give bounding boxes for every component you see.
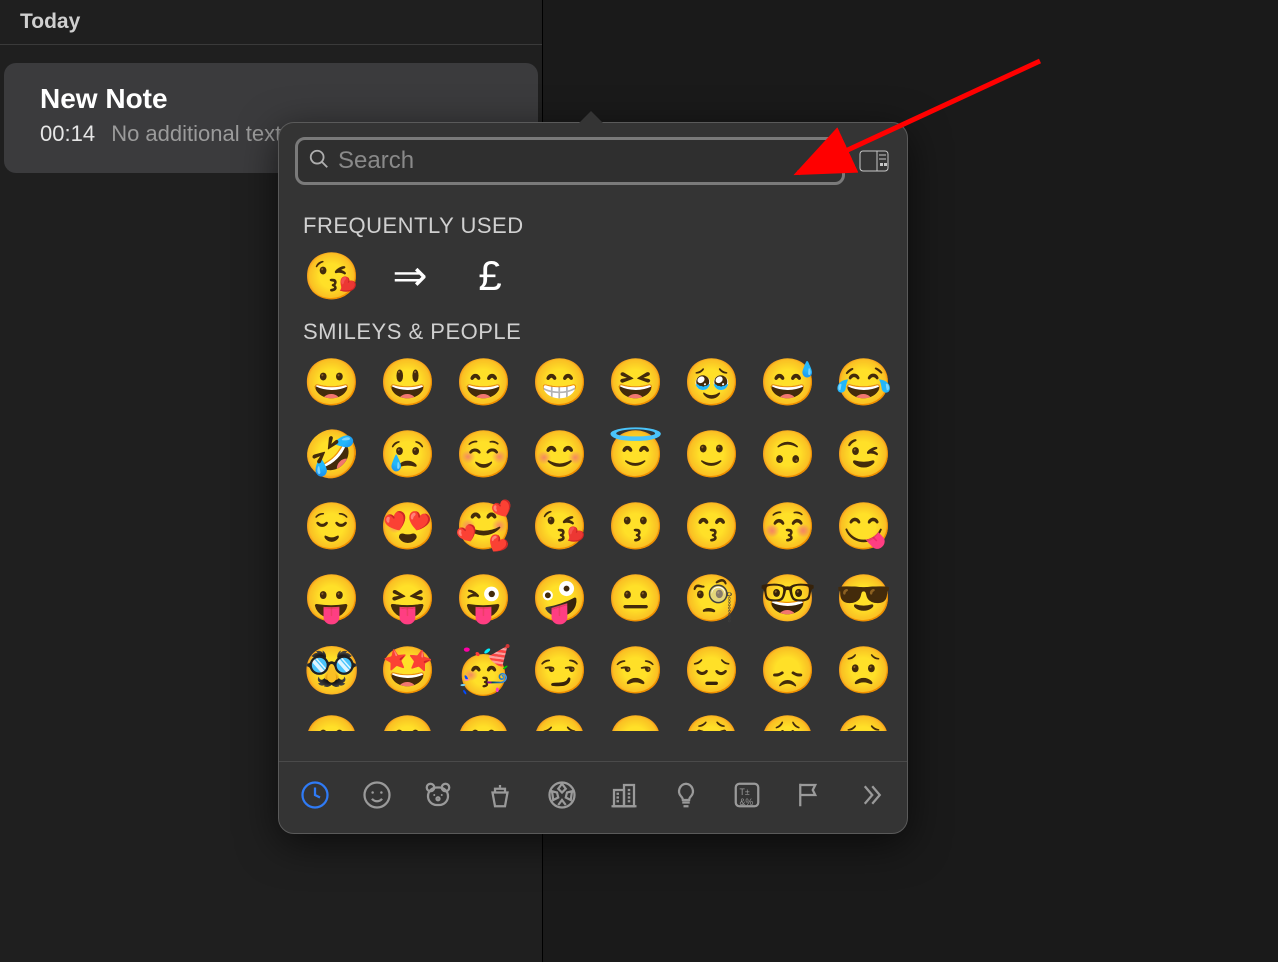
emoji-item[interactable]: 😕 (303, 715, 357, 731)
emoji-item[interactable]: 😜 (455, 571, 509, 625)
emoji-item[interactable]: 😀 (303, 355, 357, 409)
svg-text:T±: T± (740, 787, 750, 797)
emoji-item[interactable]: ☺️ (455, 427, 509, 481)
emoji-item[interactable]: 🤓 (759, 571, 813, 625)
emoji-item[interactable]: 🙃 (759, 427, 813, 481)
category-smileys-people[interactable] (361, 780, 393, 816)
category-more[interactable] (855, 780, 887, 816)
emoji-item[interactable]: 😚 (759, 499, 813, 553)
emoji-item[interactable]: 😋 (835, 499, 889, 553)
lightbulb-icon (671, 780, 701, 815)
flag-icon (794, 780, 824, 815)
smileys-grid: 😀😃😄😁😆🥹😅😂🤣😢☺️😊😇🙂🙃😉😌😍🥰😘😗😙😚😋😛😝😜🤪😐🧐🤓😎🥸🤩🥳😏😒😔😞… (303, 355, 883, 731)
emoji-item[interactable]: 🤪 (531, 571, 585, 625)
emoji-item[interactable]: 😏 (531, 643, 585, 697)
section-label-smileys: SMILEYS & PEOPLE (303, 319, 883, 345)
emoji-item[interactable]: 😐 (607, 571, 661, 625)
emoji-rightwards-double-arrow[interactable]: ⇒ (383, 249, 437, 303)
category-food-drink[interactable] (484, 780, 516, 816)
emoji-item[interactable]: 😌 (303, 499, 357, 553)
emoji-item[interactable]: 🤩 (379, 643, 433, 697)
category-frequently-used[interactable] (299, 780, 331, 816)
emoji-item[interactable]: 😊 (531, 427, 585, 481)
bear-icon (423, 780, 453, 815)
emoji-item[interactable]: 🥰 (455, 499, 509, 553)
emoji-item[interactable]: 😫 (683, 715, 737, 731)
soccer-icon (547, 780, 577, 815)
emoji-item[interactable]: 😢 (379, 427, 433, 481)
category-travel-places[interactable] (608, 780, 640, 816)
note-timestamp: 00:14 (40, 121, 95, 146)
category-activity[interactable] (546, 780, 578, 816)
emoji-item[interactable]: 🥳 (455, 643, 509, 697)
emoji-item[interactable]: 😣 (531, 715, 585, 731)
category-objects[interactable] (670, 780, 702, 816)
emoji-item[interactable]: 😃 (379, 355, 433, 409)
category-symbols[interactable]: T±&% (732, 780, 764, 816)
emoji-item[interactable]: 😍 (379, 499, 433, 553)
emoji-picker-popover: FREQUENTLY USED 😘 ⇒ £ SMILEYS & PEOPLE 😀 😃 😄… (278, 122, 908, 834)
emoji-item[interactable]: 🙁 (379, 715, 433, 731)
emoji-item[interactable]: 😆 (607, 355, 661, 409)
building-icon (609, 780, 639, 815)
smiley-icon (362, 780, 392, 815)
frequently-used-grid: 😘 ⇒ £ (303, 249, 883, 303)
emoji-item[interactable]: 😞 (759, 643, 813, 697)
search-icon (308, 148, 330, 175)
category-flags[interactable] (793, 780, 825, 816)
emoji-search-field[interactable] (295, 137, 845, 185)
emoji-item[interactable]: 🙂 (683, 427, 737, 481)
emoji-item[interactable]: 😗 (607, 499, 661, 553)
emoji-item[interactable]: 🧐 (683, 571, 737, 625)
chevron-right-icon (856, 780, 886, 815)
emoji-item[interactable]: 😝 (379, 571, 433, 625)
svg-text:&%: &% (740, 797, 754, 807)
emoji-item[interactable]: 😄 (455, 355, 509, 409)
clock-icon (300, 780, 330, 815)
emoji-item[interactable]: 🥹 (683, 355, 737, 409)
emoji-category-footer: T±&% (279, 761, 907, 833)
emoji-item[interactable]: 🤣 (303, 427, 357, 481)
emoji-item[interactable]: ☹️ (455, 715, 509, 731)
emoji-face-blowing-a-kiss[interactable]: 😘 (303, 249, 357, 303)
emoji-item[interactable]: 😉 (835, 427, 889, 481)
emoji-item[interactable]: 😩 (759, 715, 813, 731)
emoji-item[interactable]: 😔 (683, 643, 737, 697)
note-preview: No additional text (111, 121, 281, 146)
emoji-item[interactable]: 😇 (607, 427, 661, 481)
section-header-today: Today (0, 0, 542, 45)
section-label-frequent: FREQUENTLY USED (303, 213, 883, 239)
emoji-item[interactable]: 😂 (835, 355, 889, 409)
emoji-item[interactable]: 😟 (835, 643, 889, 697)
emoji-item[interactable]: 😛 (303, 571, 357, 625)
emoji-item[interactable]: 😙 (683, 499, 737, 553)
emoji-item[interactable]: 😒 (607, 643, 661, 697)
expand-viewer-button[interactable] (857, 148, 891, 174)
cup-icon (485, 780, 515, 815)
emoji-item[interactable]: 🥺 (835, 715, 889, 731)
emoji-item[interactable]: 😖 (607, 715, 661, 731)
emoji-search-row (279, 123, 907, 197)
note-title: New Note (40, 83, 502, 115)
emoji-item[interactable]: 🥸 (303, 643, 357, 697)
emoji-item[interactable]: 😅 (759, 355, 813, 409)
emoji-item[interactable]: 😘 (531, 499, 585, 553)
category-animals-nature[interactable] (423, 780, 455, 816)
emoji-item[interactable]: 😎 (835, 571, 889, 625)
search-input[interactable] (338, 140, 832, 182)
emoji-item[interactable]: 😁 (531, 355, 585, 409)
emoji-pound-sign[interactable]: £ (463, 249, 517, 303)
symbols-icon: T±&% (732, 780, 762, 815)
emoji-scroll-area[interactable]: FREQUENTLY USED 😘 ⇒ £ SMILEYS & PEOPLE 😀 😃 😄… (279, 197, 907, 761)
